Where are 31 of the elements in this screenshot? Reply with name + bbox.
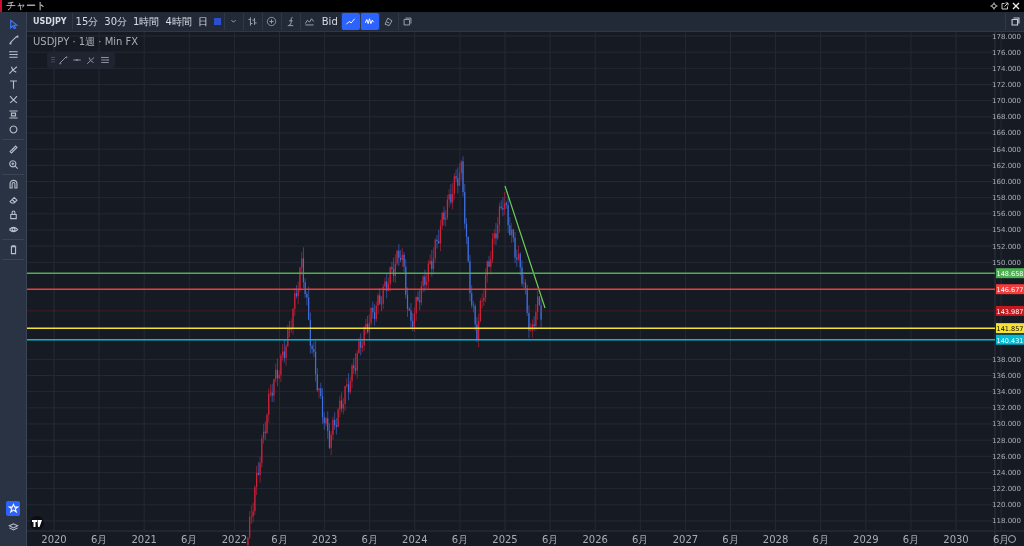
time-tick: 6月 [90,534,108,545]
interval-button[interactable]: Bid [318,13,341,30]
time-tick: 6月 [812,534,829,545]
time-tick: 2021 [131,534,157,545]
chart-legend: USDJPY · 1週 · Min FX [33,35,139,49]
interval-button[interactable]: 30分 [101,13,130,30]
interval-button[interactable]: 15分 [72,13,102,30]
time-tick: 2030 [943,534,969,545]
time-tick: 6月 [902,534,920,545]
symbol-button[interactable]: USDJPY [30,13,73,30]
time-tick: 6月 [361,534,378,545]
time-tick: 2023 [311,534,338,545]
time-tick: 6月 [451,534,469,545]
time-tick: 6月 [181,534,198,545]
time-tick: 2022 [221,534,248,545]
interval-button[interactable]: 4時間 [162,13,195,30]
time-tick: 6月 [271,534,288,545]
time-tick: 2027 [672,534,699,545]
time-tick: 2025 [492,534,518,545]
time-tick: 2026 [582,534,608,545]
time-tick: 2028 [762,534,789,545]
time-tick: 6月 [632,534,649,545]
interval-button[interactable]: 1時間 [130,13,163,30]
window-title: チャート [6,0,46,12]
interval-button[interactable]: 日 [194,13,211,30]
time-tick: 6月 [722,534,739,545]
time-tick: 2024 [402,534,428,545]
time-tick: 6月 [541,534,559,545]
time-tick: 2029 [853,534,879,545]
time-tick: 6月 [992,534,1010,545]
time-tick: 2020 [41,534,67,545]
